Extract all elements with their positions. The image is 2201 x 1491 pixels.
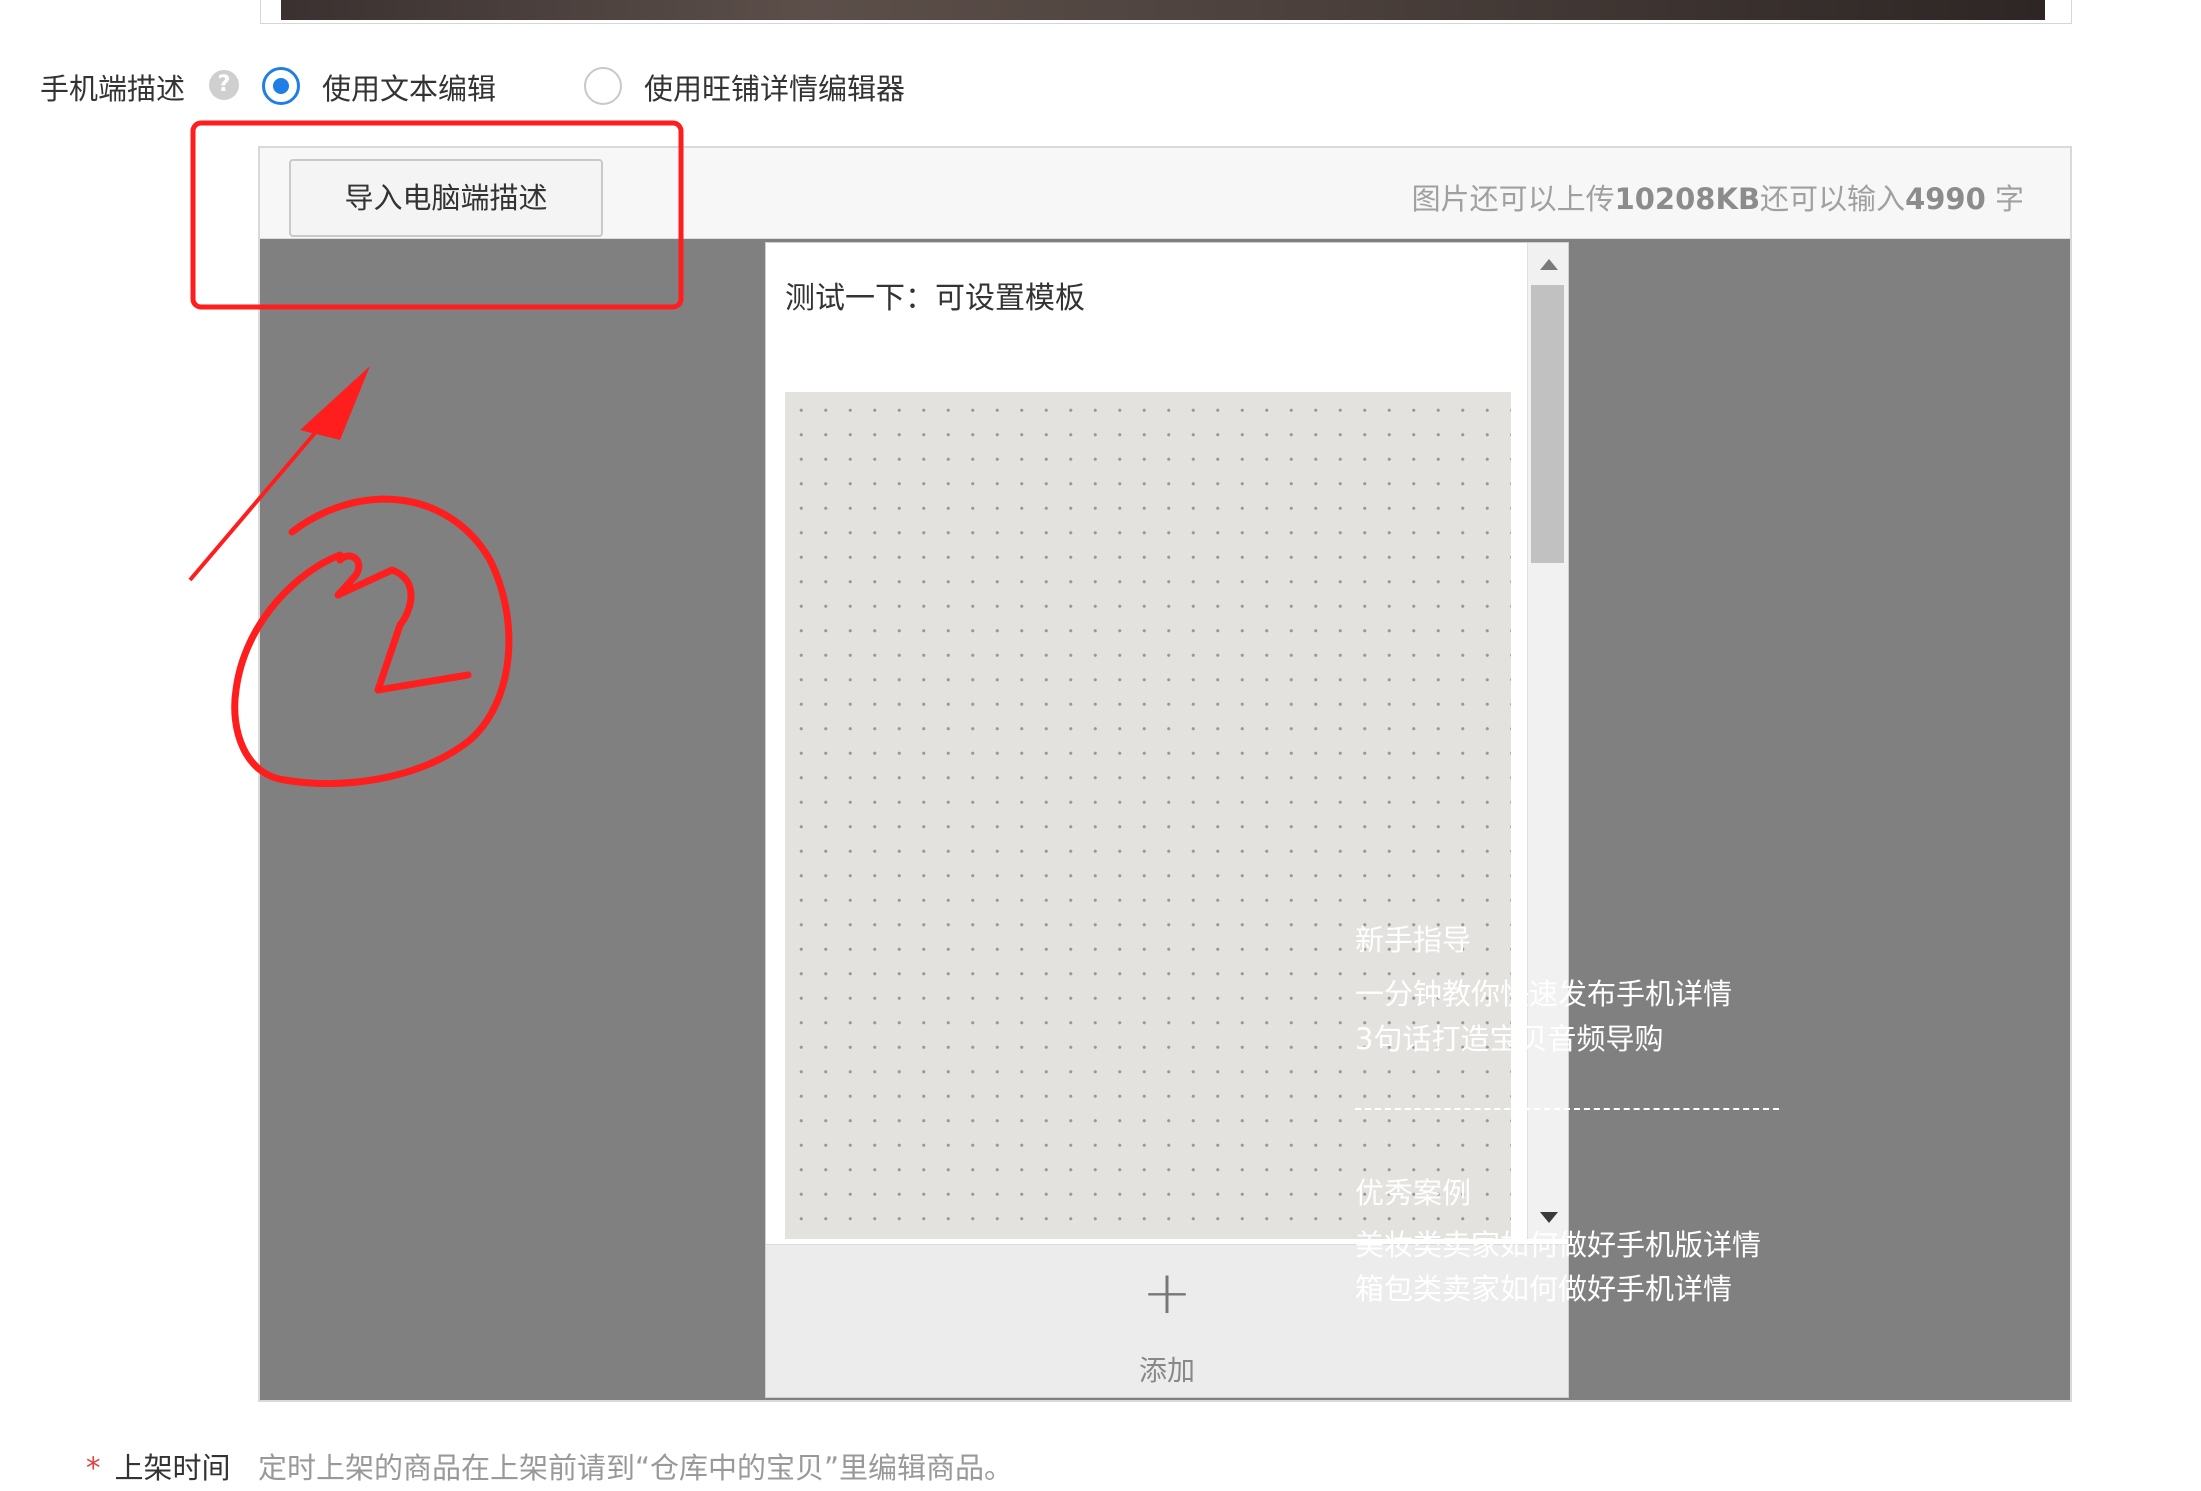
quota-char-count: 4990 bbox=[1905, 182, 1986, 216]
radio-wangpu-editor-label[interactable]: 使用旺铺详情编辑器 bbox=[644, 66, 905, 108]
scroll-down-icon[interactable] bbox=[1540, 1212, 1558, 1223]
quota-suffix: 字 bbox=[1985, 182, 2024, 216]
case-link-1[interactable]: 美妆类卖家如何做好手机版详情 bbox=[1355, 1223, 1761, 1267]
editor-toolbar: 导入电脑端描述 图片还可以上传10208KB还可以输入4990 字 bbox=[260, 148, 2070, 239]
scroll-up-icon[interactable] bbox=[1540, 259, 1558, 270]
previous-image bbox=[281, 0, 2045, 20]
import-pc-desc-button[interactable]: 导入电脑端描述 bbox=[289, 159, 603, 237]
guide-divider bbox=[1355, 1108, 1779, 1110]
quota-image-size: 10208KB bbox=[1614, 182, 1761, 216]
release-time-label: * 上架时间 bbox=[86, 1445, 231, 1487]
scroll-thumb[interactable] bbox=[1531, 285, 1564, 563]
radio-text-editor[interactable] bbox=[262, 67, 300, 105]
case-link-2[interactable]: 箱包类卖家如何做好手机详情 bbox=[1355, 1267, 1732, 1311]
preview-title[interactable]: 测试一下：可设置模板 bbox=[785, 273, 1085, 317]
add-label: 添加 bbox=[1138, 1354, 1195, 1387]
radio-wangpu-editor[interactable] bbox=[584, 67, 622, 105]
release-time-hint: 定时上架的商品在上架前请到“仓库中的宝贝”里编辑商品。 bbox=[258, 1451, 1014, 1485]
guide-link-2[interactable]: 3句话打造宝贝音频导购 bbox=[1355, 1017, 1663, 1061]
preview-scrollbar[interactable] bbox=[1527, 243, 1568, 1239]
release-time-text: 上架时间 bbox=[114, 1451, 231, 1485]
upload-quota: 图片还可以上传10208KB还可以输入4990 字 bbox=[1412, 176, 2024, 218]
cases-heading: 优秀案例 bbox=[1355, 1176, 1472, 1210]
help-icon[interactable]: ? bbox=[209, 70, 239, 100]
radio-text-editor-label[interactable]: 使用文本编辑 bbox=[322, 66, 496, 108]
guide-link-1[interactable]: 一分钟教你快速发布手机详情 bbox=[1355, 972, 1732, 1016]
guide-heading: 新手指导 bbox=[1355, 923, 1472, 957]
quota-prefix: 图片还可以上传 bbox=[1411, 182, 1615, 216]
required-star: * bbox=[86, 1451, 101, 1485]
mobile-desc-label: 手机端描述 bbox=[40, 72, 186, 106]
previous-image-strip bbox=[260, 0, 2072, 24]
preview-image[interactable] bbox=[785, 392, 1511, 1239]
mobile-editor: 导入电脑端描述 图片还可以上传10208KB还可以输入4990 字 测试一下：可… bbox=[258, 146, 2072, 1402]
quota-mid: 还可以输入 bbox=[1760, 182, 1906, 216]
